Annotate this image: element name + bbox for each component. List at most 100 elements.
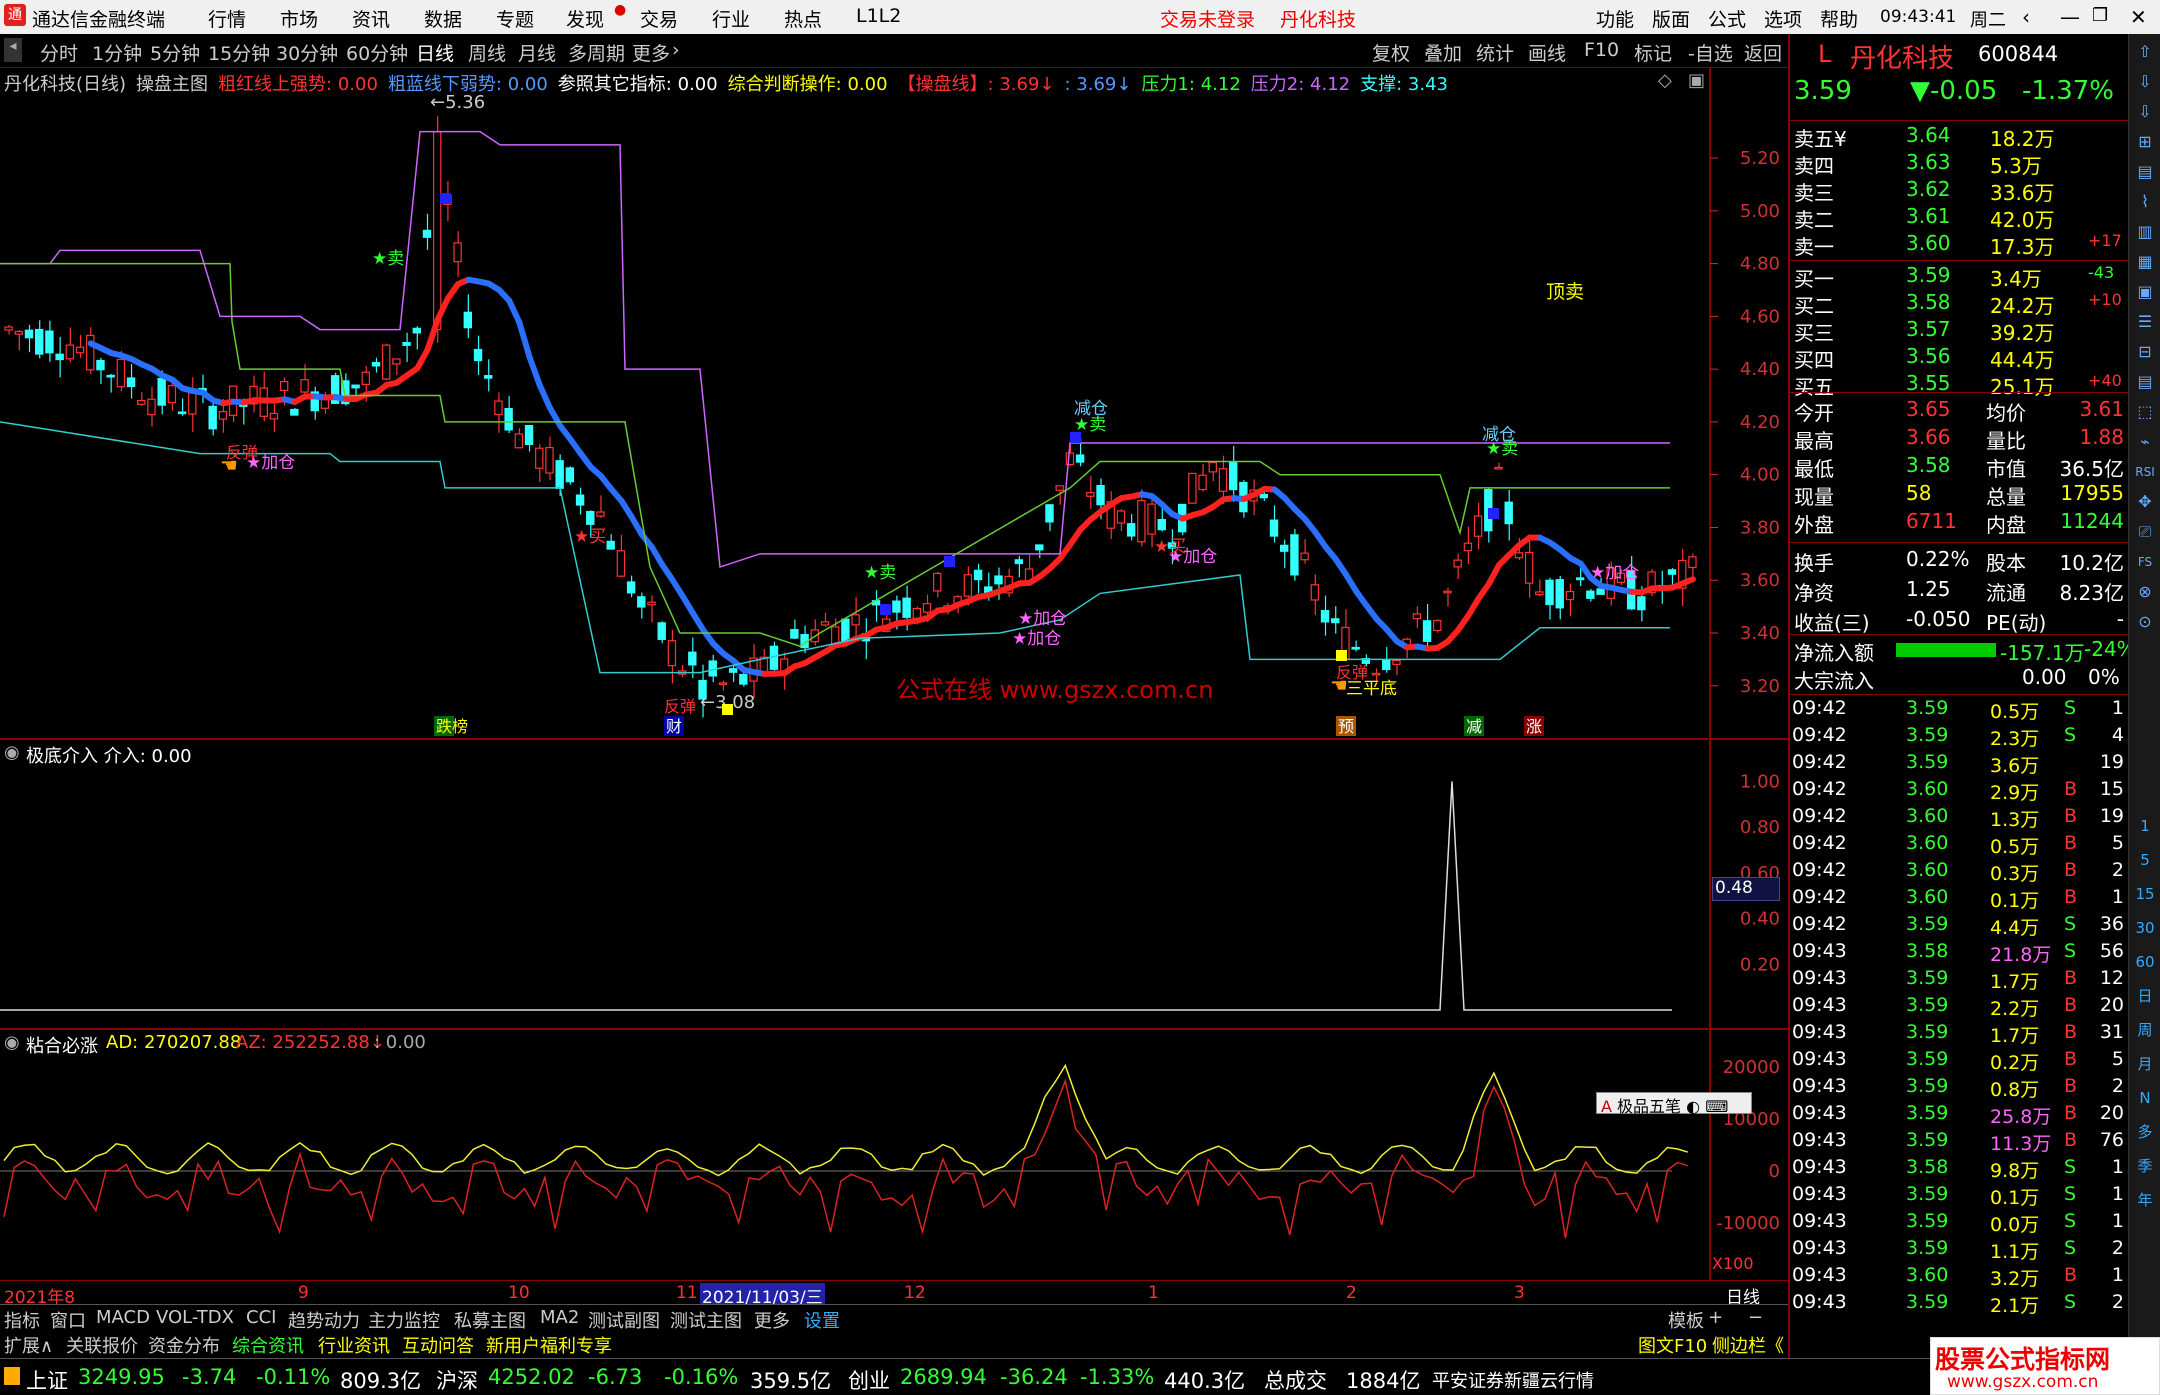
period-weekly[interactable]: 周线 (468, 39, 506, 66)
btn-zixuan[interactable]: -自选 (1688, 39, 1733, 66)
sidebar-tool-icon[interactable]: ▣ (2133, 280, 2157, 304)
sidebar-tool-icon[interactable]: ⊙ (2133, 610, 2157, 634)
menu-shuju[interactable]: 数据 (424, 5, 462, 32)
menu-l1l2[interactable]: L1L2 (856, 5, 901, 27)
idx-sh-name[interactable]: 上证 (26, 1365, 68, 1395)
sidebar-period-1[interactable]: 5 (2133, 848, 2157, 872)
zhanhe-chart[interactable]: 20000100000-10000 (0, 1030, 1788, 1280)
tab-right-1[interactable]: + (1708, 1307, 1723, 1328)
ext-right-0[interactable]: 图文F10 (1638, 1332, 1707, 1358)
period-more[interactable]: 更多 (632, 39, 670, 66)
sidebar-period-9[interactable]: 多 (2133, 1120, 2157, 1144)
ext-tab-4[interactable]: 行业资讯 (318, 1332, 390, 1358)
sidebar-tool-icon[interactable]: RSI (2133, 460, 2157, 484)
ask-row[interactable]: 卖四 3.63 5.3万 (1790, 150, 2130, 178)
sidebar-period-8[interactable]: N (2133, 1086, 2157, 1110)
tab-2[interactable]: MACD (96, 1307, 150, 1328)
menu-xuanxiang[interactable]: 选项 (1764, 5, 1802, 32)
ime-toolbar[interactable]: A 极品五笔 ◐ ⌨ (1596, 1092, 1752, 1116)
ext-tab-6[interactable]: 新用户福利专享 (486, 1332, 612, 1358)
sidebar-tool-icon[interactable]: ⇧ (2133, 40, 2157, 64)
period-monthly[interactable]: 月线 (518, 39, 556, 66)
tick-list[interactable]: 09:42 3.59 0.5万 S 1 09:42 3.59 2.3万 S 4 09:42 3.59 3… (1790, 694, 2130, 1334)
menu-hangye[interactable]: 行业 (712, 5, 750, 32)
ask-row[interactable]: 卖一 3.60 17.3万 +17 (1790, 231, 2130, 259)
ext-right-1[interactable]: 侧边栏《 (1712, 1332, 1784, 1358)
jidi-jieru-chart[interactable]: 1.000.800.600.400.20 (0, 740, 1788, 1030)
tag-yu[interactable]: 预 (1338, 717, 1354, 736)
period-fenshi[interactable]: 分时 (40, 39, 78, 66)
tag-jian[interactable]: 减 (1466, 717, 1482, 736)
tab-right-2[interactable]: − (1748, 1307, 1763, 1328)
sidebar-tool-icon[interactable]: ▤ (2133, 160, 2157, 184)
sidebar-period-0[interactable]: 1 (2133, 814, 2157, 838)
menu-banmian[interactable]: 版面 (1652, 5, 1690, 32)
sidebar-tool-icon[interactable]: ⬚ (2133, 400, 2157, 424)
tab-4[interactable]: CCI (246, 1307, 276, 1328)
tab-8[interactable]: MA2 (540, 1307, 579, 1328)
sidebar-period-5[interactable]: 日 (2133, 984, 2157, 1008)
period-60min[interactable]: 60分钟 (346, 39, 408, 66)
btn-fuquan[interactable]: 复权 (1372, 39, 1410, 66)
sidebar-tool-icon[interactable]: ⊗ (2133, 580, 2157, 604)
sidebar-period-3[interactable]: 30 (2133, 916, 2157, 940)
sidebar-period-2[interactable]: 15 (2133, 882, 2157, 906)
ask-row[interactable]: 卖二 3.61 42.0万 (1790, 204, 2130, 232)
period-5min[interactable]: 5分钟 (150, 39, 200, 66)
sidebar-tool-icon[interactable]: ⎚ (2133, 520, 2157, 544)
bid-row[interactable]: 买二 3.58 24.2万 +10 (1790, 290, 2130, 318)
sidebar-tool-icon[interactable]: ⇩ (2133, 100, 2157, 124)
menu-zhuanti[interactable]: 专题 (496, 5, 534, 32)
sidebar-tool-icon[interactable]: ⊟ (2133, 340, 2157, 364)
menu-gongneng[interactable]: 功能 (1596, 5, 1634, 32)
close-icon[interactable]: ✕ (2130, 5, 2147, 29)
sidebar-tool-icon[interactable]: ⊞ (2133, 130, 2157, 154)
toolbar-collapse-icon[interactable]: ◂ (4, 38, 22, 62)
menu-shichang[interactable]: 市场 (280, 5, 318, 32)
sidebar-period-10[interactable]: 季 (2133, 1154, 2157, 1178)
period-1min[interactable]: 1分钟 (92, 39, 142, 66)
period-15min[interactable]: 15分钟 (208, 39, 270, 66)
btn-biaoji[interactable]: 标记 (1634, 39, 1672, 66)
sidebar-tool-icon[interactable]: ⌇ (2133, 190, 2157, 214)
idx-cy-name[interactable]: 创业 (848, 1365, 890, 1395)
tag-cai[interactable]: 财 (666, 717, 682, 736)
sidebar-tool-icon[interactable]: ⇩ (2133, 70, 2157, 94)
main-kline-pane[interactable]: 丹化科技(日线) 操盘主图 粗红线上强势: 0.00 粗蓝线下弱势: 0.00 参照其它… (0, 68, 1788, 738)
sidebar-tool-icon[interactable]: ✥ (2133, 490, 2157, 514)
ask-row[interactable]: 卖三 3.62 33.6万 (1790, 177, 2130, 205)
sidebar-tool-icon[interactable]: FS (2133, 550, 2157, 574)
tab-3[interactable]: VOL-TDX (156, 1307, 234, 1328)
bid-row[interactable]: 买四 3.56 44.4万 (1790, 344, 2130, 372)
btn-diejia[interactable]: 叠加 (1424, 39, 1462, 66)
ext-tab-0[interactable]: 扩展∧ (4, 1332, 53, 1358)
tag-fall-list[interactable]: 跌榜 (436, 717, 468, 736)
back-arrow-icon[interactable]: ‹ (2022, 5, 2030, 29)
chevron-right-icon[interactable]: › (672, 39, 680, 61)
menu-faxian[interactable]: 发现 (566, 5, 604, 32)
tag-zhang[interactable]: 涨 (1526, 717, 1542, 736)
ext-tab-1[interactable]: 关联报价 (66, 1332, 138, 1358)
ask-row[interactable]: 卖五¥ 3.64 18.2万 (1790, 123, 2130, 151)
sidebar-tool-icon[interactable]: ▤ (2133, 370, 2157, 394)
menu-hangqing[interactable]: 行情 (208, 5, 246, 32)
period-30min[interactable]: 30分钟 (276, 39, 338, 66)
ext-tab-5[interactable]: 互动问答 (402, 1332, 474, 1358)
bid-row[interactable]: 买三 3.57 39.2万 (1790, 317, 2130, 345)
ime-label[interactable]: 极品五笔 (1617, 1097, 1681, 1116)
menu-gongshi[interactable]: 公式 (1708, 5, 1746, 32)
sidebar-period-11[interactable]: 年 (2133, 1188, 2157, 1212)
menu-redian[interactable]: 热点 (784, 5, 822, 32)
sidebar-period-7[interactable]: 月 (2133, 1052, 2157, 1076)
restore-icon[interactable]: ❐ (2092, 5, 2108, 26)
zhanhe-bizhang-pane[interactable]: ◉ 粘合必涨 AD: 270207.88 AZ: 252252.88↓ : 0.… (0, 1028, 1788, 1280)
ext-tab-2[interactable]: 资金分布 (148, 1332, 220, 1358)
sidebar-tool-icon[interactable]: ⌁ (2133, 430, 2157, 454)
sidebar-tool-icon[interactable]: ▥ (2133, 220, 2157, 244)
login-status[interactable]: 交易未登录 (1160, 5, 1255, 32)
sidebar-period-4[interactable]: 60 (2133, 950, 2157, 974)
period-multi[interactable]: 多周期 (568, 39, 625, 66)
alert-icon[interactable] (4, 1367, 20, 1385)
bid-row[interactable]: 买一 3.59 3.4万 -43 (1790, 263, 2130, 291)
btn-fanhui[interactable]: 返回 (1744, 39, 1782, 66)
